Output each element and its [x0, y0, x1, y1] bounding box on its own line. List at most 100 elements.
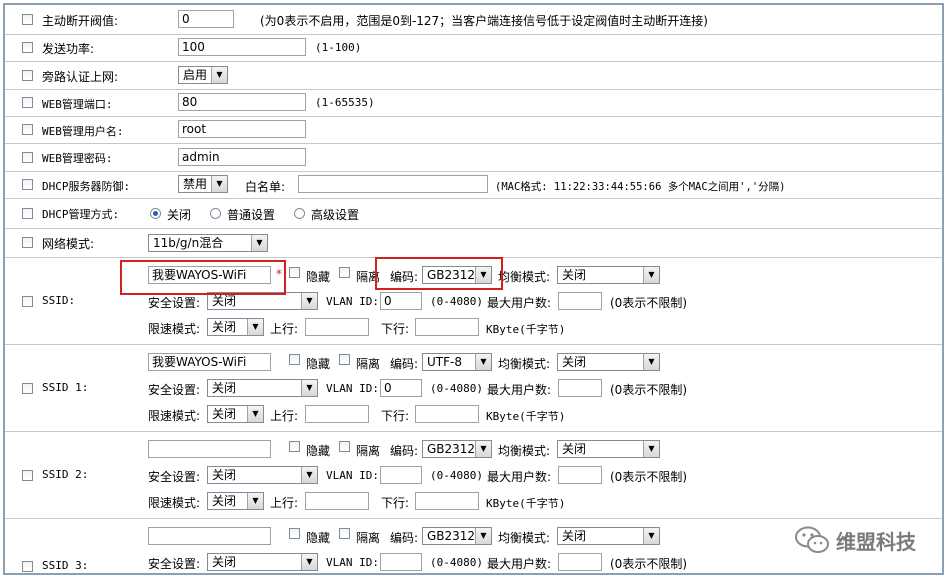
ssid-1-max-users-input[interactable] [558, 379, 602, 397]
tx-power-checkbox[interactable] [22, 42, 33, 53]
ssid-2-vlan-input[interactable] [380, 466, 422, 484]
ssid-0-up-input[interactable] [305, 318, 369, 336]
ssid-0-limit-select-value: 关闭 [212, 320, 237, 334]
web-user-input[interactable]: root [178, 120, 306, 138]
ssid-1-up-input[interactable] [305, 405, 369, 423]
ssid-0-down-input[interactable] [415, 318, 479, 336]
ssid-1-balance-label: 均衡模式: [498, 357, 551, 371]
ssid-3-max-users-note: (0表示不限制) [610, 557, 687, 571]
web-user-label: WEB管理用户名: [42, 125, 124, 138]
ssid-2-limit-select-value: 关闭 [212, 494, 237, 508]
disconnect-threshold-checkbox[interactable] [22, 14, 33, 25]
ssid-2-up-label: 上行: [270, 496, 299, 510]
ssid-0-security-select-value: 关闭 [212, 294, 237, 308]
chevron-down-icon: ▼ [643, 441, 659, 457]
ssid-2-balance-label: 均衡模式: [498, 444, 551, 458]
whitelist-note: (MAC格式: 11:22:33:44:55:66 多个MAC之间用','分隔) [495, 181, 786, 193]
ssid-2-hide-checkbox[interactable] [289, 441, 300, 452]
dhcp-mode-option-normal: 普通设置 [227, 208, 276, 222]
ssid-1-limit-select[interactable]: 关闭 ▼ [207, 405, 264, 423]
ssid-1-isolate-label: 隔离 [356, 357, 381, 371]
row-web-port: WEB管理端口: 80 (1-65535) [5, 89, 942, 117]
ssid-1-checkbox[interactable] [22, 383, 33, 394]
dhcp-mode-checkbox[interactable] [22, 208, 33, 219]
web-port-checkbox[interactable] [22, 97, 33, 108]
ssid-2-security-select[interactable]: 关闭 ▼ [207, 466, 318, 484]
ssid-1-up-label: 上行: [270, 409, 299, 423]
ssid-3-checkbox[interactable] [22, 561, 33, 572]
web-password-checkbox[interactable] [22, 152, 33, 163]
ssid-2-isolate-label: 隔离 [356, 444, 381, 458]
ssid-2-up-input[interactable] [305, 492, 369, 510]
chevron-down-icon: ▼ [301, 554, 317, 570]
web-port-input[interactable]: 80 [178, 93, 306, 111]
ssid-0-max-users-label: 最大用户数: [487, 296, 552, 310]
ssid-0-security-label: 安全设置: [148, 296, 201, 310]
ssid-1-encoding-label: 编码: [390, 357, 419, 371]
ssid-1-hide-checkbox[interactable] [289, 354, 300, 365]
ssid-2-isolate-checkbox[interactable] [339, 441, 350, 452]
ssid-0-vlan-label: VLAN ID: [326, 295, 379, 308]
network-mode-checkbox[interactable] [22, 237, 33, 248]
ssid-3-max-users-input[interactable] [558, 553, 602, 571]
ssid-0-isolate-checkbox[interactable] [339, 267, 350, 278]
ssid-3-encoding-select[interactable]: GB2312 ▼ [422, 527, 492, 545]
whitelist-input[interactable] [298, 175, 488, 193]
ssid-3-encoding-label: 编码: [390, 531, 419, 545]
ssid-0-max-users-note: (0表示不限制) [610, 296, 687, 310]
ssid-1-encoding-select[interactable]: UTF-8 ▼ [422, 353, 492, 371]
dhcp-guard-checkbox[interactable] [22, 179, 33, 190]
ssid-3-isolate-checkbox[interactable] [339, 528, 350, 539]
tx-power-label: 发送功率: [42, 42, 95, 56]
dhcp-mode-radio-normal[interactable] [210, 208, 221, 219]
ssid-1-isolate-checkbox[interactable] [339, 354, 350, 365]
ssid-0-limit-select[interactable]: 关闭 ▼ [207, 318, 264, 336]
dhcp-guard-select[interactable]: 禁用 ▼ [178, 175, 228, 193]
whitelist-label: 白名单: [245, 180, 286, 194]
ssid-2-limit-select[interactable]: 关闭 ▼ [207, 492, 264, 510]
ssid-1-security-select[interactable]: 关闭 ▼ [207, 379, 318, 397]
dhcp-mode-label: DHCP管理方式: [42, 208, 120, 221]
ssid-1-vlan-input[interactable]: 0 [380, 379, 422, 397]
bypass-auth-select[interactable]: 启用 ▼ [178, 66, 228, 84]
ssid-0-max-users-input[interactable] [558, 292, 602, 310]
dhcp-mode-radio-off[interactable] [150, 208, 161, 219]
ssid-3-vlan-input[interactable] [380, 553, 422, 571]
ssid-2-hide-label: 隐藏 [306, 444, 331, 458]
ssid-3-security-select[interactable]: 关闭 ▼ [207, 553, 318, 571]
bypass-auth-checkbox[interactable] [22, 70, 33, 81]
ssid-1-hide-label: 隐藏 [306, 357, 331, 371]
ssid-3-max-users-label: 最大用户数: [487, 557, 552, 571]
ssid-0-hide-checkbox[interactable] [289, 267, 300, 278]
disconnect-threshold-input[interactable]: 0 [178, 10, 234, 28]
web-user-checkbox[interactable] [22, 124, 33, 135]
ssid-2-down-input[interactable] [415, 492, 479, 510]
ssid-1-balance-select[interactable]: 关闭 ▼ [557, 353, 660, 371]
row-dhcp-mode: DHCP管理方式: 关闭 普通设置 高级设置 [5, 198, 942, 229]
ssid-0-balance-select[interactable]: 关闭 ▼ [557, 266, 660, 284]
ssid-3-isolate-label: 隔离 [356, 531, 381, 545]
tx-power-input[interactable]: 100 [178, 38, 306, 56]
ssid-0-checkbox[interactable] [22, 296, 33, 307]
row-tx-power: 发送功率: 100 (1-100) [5, 34, 942, 62]
ssid-2-max-users-input[interactable] [558, 466, 602, 484]
ssid-2-checkbox[interactable] [22, 470, 33, 481]
ssid-3-hide-checkbox[interactable] [289, 528, 300, 539]
ssid-0-vlan-input[interactable]: 0 [380, 292, 422, 310]
ssid-0-hide-label: 隐藏 [306, 270, 331, 284]
ssid-3-balance-select[interactable]: 关闭 ▼ [557, 527, 660, 545]
ssid-2-encoding-select[interactable]: GB2312 ▼ [422, 440, 492, 458]
web-password-input[interactable]: admin [178, 148, 306, 166]
chevron-down-icon: ▼ [251, 235, 267, 251]
disconnect-threshold-note: (为0表示不启用，范围是0到-127；当客户端连接信号低于设定阀值时主动断开连接… [260, 14, 708, 28]
ssid-0-down-label: 下行: [381, 322, 410, 336]
ssid-1-name-input[interactable]: 我要WAYOS-WiFi [148, 353, 271, 371]
ssid-3-name-input[interactable] [148, 527, 271, 545]
ssid-2-name-input[interactable] [148, 440, 271, 458]
dhcp-mode-radio-advanced[interactable] [294, 208, 305, 219]
ssid-1-down-input[interactable] [415, 405, 479, 423]
chevron-down-icon: ▼ [475, 354, 491, 370]
network-mode-select[interactable]: 11b/g/n混合 ▼ [148, 234, 268, 252]
ssid-2-balance-select[interactable]: 关闭 ▼ [557, 440, 660, 458]
ssid-2-encoding-select-value: GB2312 [427, 442, 476, 456]
